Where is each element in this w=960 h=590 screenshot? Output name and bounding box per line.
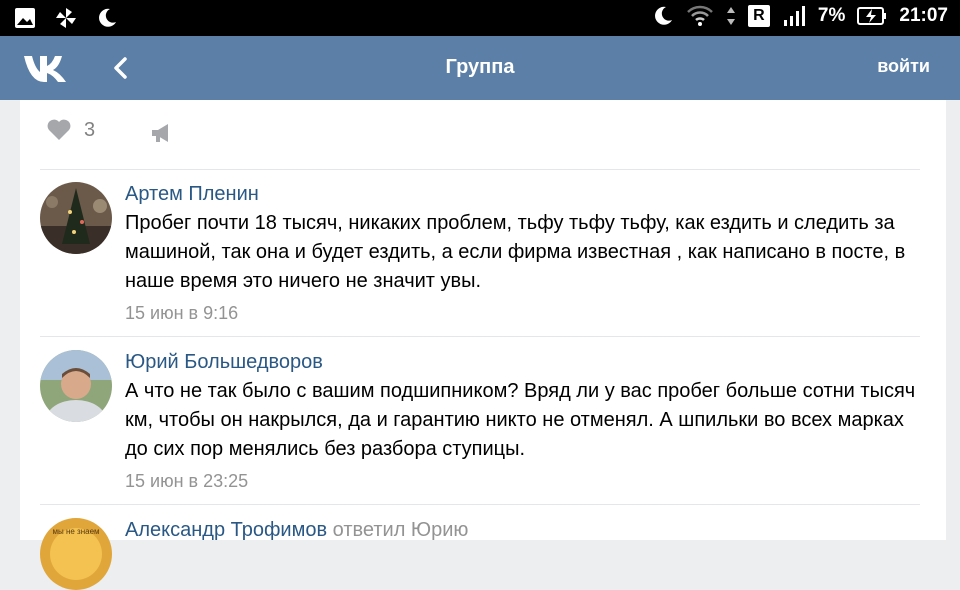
comment-text: А что не так было с вашим подшипником? В… bbox=[125, 380, 916, 460]
image-icon bbox=[15, 8, 35, 28]
comment: мы не знаем Александр Трофимов ответил Ю… bbox=[40, 518, 920, 590]
comment-text: Пробег почти 18 тысяч, никаких проблем, … bbox=[125, 212, 906, 292]
heart-icon[interactable] bbox=[46, 118, 72, 142]
signal-icon bbox=[783, 6, 805, 26]
data-transfer-icon bbox=[726, 7, 735, 25]
divider bbox=[40, 504, 920, 505]
comment-author[interactable]: Юрий Большедворов bbox=[125, 350, 925, 374]
comment-author-line: Александр Трофимов ответил Юрию bbox=[125, 518, 925, 542]
clock: 21:07 bbox=[899, 5, 948, 26]
battery-percent: 7% bbox=[817, 5, 846, 26]
battery-charging-icon bbox=[857, 7, 887, 25]
comment-time[interactable]: 15 июн в 9:16 bbox=[125, 302, 925, 324]
comment-author[interactable]: Александр Трофимов bbox=[125, 519, 327, 541]
moon-icon bbox=[654, 6, 672, 25]
avatar[interactable] bbox=[40, 350, 112, 422]
comments-card: 3 Артем Пленин Пробег почти 18 тысяч, ни… bbox=[20, 100, 946, 590]
divider bbox=[40, 169, 920, 170]
moon-icon bbox=[99, 8, 116, 27]
wifi-icon bbox=[687, 5, 713, 26]
status-system: R 7% 21:07 bbox=[652, 5, 948, 27]
avatar[interactable]: мы не знаем bbox=[40, 518, 112, 590]
page-title: Группа bbox=[445, 56, 515, 78]
comment-body: Александр Трофимов ответил Юрию bbox=[125, 518, 925, 542]
pinwheel-icon bbox=[56, 8, 76, 28]
comment-body: Артем Пленин Пробег почти 18 тысяч, ника… bbox=[125, 182, 925, 324]
status-bar: R 7% 21:07 bbox=[0, 0, 960, 36]
avatar[interactable] bbox=[40, 182, 112, 254]
megaphone-icon[interactable] bbox=[150, 122, 174, 144]
app-header: Группа войти bbox=[0, 36, 960, 100]
comment-body: Юрий Большедворов А что не так было с ва… bbox=[125, 350, 925, 492]
roaming-badge: R bbox=[747, 5, 770, 27]
login-button[interactable]: войти bbox=[877, 56, 930, 77]
status-notifications bbox=[14, 6, 118, 30]
comment: Артем Пленин Пробег почти 18 тысяч, ника… bbox=[40, 182, 920, 332]
reply-to[interactable]: ответил Юрию bbox=[333, 519, 469, 541]
divider bbox=[40, 336, 920, 337]
post-actions: 3 bbox=[46, 118, 95, 142]
like-count: 3 bbox=[84, 118, 96, 141]
comment: Юрий Большедворов А что не так было с ва… bbox=[40, 350, 920, 500]
comment-time[interactable]: 15 июн в 23:25 bbox=[125, 470, 925, 492]
avatar-text: мы не знаем bbox=[52, 527, 99, 536]
comment-author[interactable]: Артем Пленин bbox=[125, 182, 925, 206]
